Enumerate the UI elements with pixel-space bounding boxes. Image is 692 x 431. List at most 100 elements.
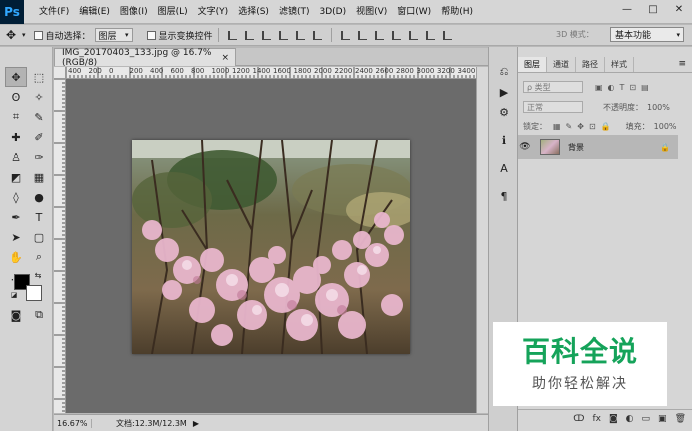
close-tab-icon[interactable]: × — [221, 53, 229, 63]
opacity-value[interactable]: 100% — [647, 103, 670, 112]
history-icon[interactable]: ⎌ — [494, 63, 514, 81]
align-hcenter-icon[interactable] — [295, 30, 305, 40]
gradient-tool-icon[interactable]: ▦ — [28, 167, 50, 187]
show-transform-checkbox[interactable] — [146, 30, 156, 40]
menu-layer[interactable]: 图层(L) — [153, 0, 193, 24]
brush-tool-icon[interactable]: ✐ — [28, 127, 50, 147]
align-right-icon[interactable] — [312, 30, 322, 40]
minimize-button[interactable]: — — [614, 0, 640, 18]
menu-select[interactable]: 选择(S) — [233, 0, 274, 24]
menu-window[interactable]: 窗口(W) — [392, 0, 436, 24]
ruler-label: 1200 — [232, 67, 250, 75]
clone-stamp-tool-icon[interactable]: ♙ — [5, 147, 27, 167]
new-layer-icon[interactable]: ▣ — [658, 414, 667, 424]
ruler-label: 400 — [150, 67, 164, 75]
vertical-scrollbar[interactable] — [476, 67, 488, 413]
crop-tool-icon[interactable]: ⌗ — [5, 107, 27, 127]
info-icon[interactable]: ℹ — [494, 131, 514, 149]
path-selection-tool-icon[interactable]: ➤ — [5, 227, 27, 247]
distribute-left-icon[interactable] — [391, 30, 401, 40]
auto-select-checkbox[interactable] — [33, 30, 43, 40]
layer-filter-select[interactable]: ρ 类型 — [523, 81, 583, 93]
magic-wand-tool-icon[interactable]: ✧ — [28, 87, 50, 107]
visibility-eye-icon[interactable]: 👁 — [518, 142, 532, 152]
lock-icons[interactable]: ▦✎✥⊡🔒 — [553, 122, 616, 131]
menu-edit[interactable]: 编辑(E) — [74, 0, 115, 24]
tab-layers[interactable]: 图层 — [518, 57, 547, 72]
ruler-label: 1400 — [252, 67, 271, 75]
filter-icons[interactable]: ▣◐T⊡▤ — [595, 83, 654, 92]
status-menu-icon[interactable]: ▶ — [193, 419, 199, 428]
align-vcenter-icon[interactable] — [244, 30, 254, 40]
menu-3d[interactable]: 3D(D) — [314, 0, 351, 24]
tab-styles[interactable]: 样式 — [605, 57, 634, 72]
tool-preset-dropdown-icon[interactable]: ▾ — [22, 25, 26, 46]
link-layers-icon[interactable]: ↀ — [573, 414, 584, 424]
delete-layer-icon[interactable]: 🗑 — [675, 414, 686, 424]
eyedropper-tool-icon[interactable]: ✎ — [28, 107, 50, 127]
maximize-button[interactable]: □ — [640, 0, 666, 18]
zoom-level[interactable]: 16.67% — [54, 418, 92, 428]
distribute-right-icon[interactable] — [425, 30, 435, 40]
properties-icon[interactable]: ⚙ — [494, 103, 514, 121]
auto-align-icon[interactable] — [442, 30, 452, 40]
adjustment-layer-icon[interactable]: ◐ — [626, 414, 634, 424]
menu-file[interactable]: 文件(F) — [34, 0, 74, 24]
fill-value[interactable]: 100% — [654, 122, 677, 131]
shape-tool-icon[interactable]: ▢ — [28, 227, 50, 247]
new-group-icon[interactable]: ▭ — [642, 414, 651, 424]
menu-type[interactable]: 文字(Y) — [193, 0, 234, 24]
tab-channels[interactable]: 通道 — [547, 57, 576, 72]
eraser-tool-icon[interactable]: ◩ — [5, 167, 27, 187]
dodge-tool-icon[interactable]: ● — [28, 187, 50, 207]
distribute-hcenter-icon[interactable] — [408, 30, 418, 40]
menu-help[interactable]: 帮助(H) — [436, 0, 478, 24]
menu-filter[interactable]: 滤镜(T) — [274, 0, 315, 24]
distribute-top-icon[interactable] — [340, 30, 350, 40]
document-image[interactable] — [132, 140, 410, 354]
ruler-label: 800 — [191, 67, 205, 75]
align-top-icon[interactable] — [227, 30, 237, 40]
add-mask-icon[interactable]: ◙ — [609, 414, 618, 424]
auto-select-target-select[interactable]: 图层 ▾ — [94, 28, 133, 42]
type-tool-icon[interactable]: T — [28, 207, 50, 227]
screen-mode-icon[interactable]: ⧉ — [28, 305, 50, 325]
align-left-icon[interactable] — [278, 30, 288, 40]
swap-colors-icon[interactable]: ⇆ — [32, 269, 44, 281]
character-icon[interactable]: A — [494, 159, 514, 177]
ruler-corner — [54, 67, 66, 79]
move-tool-icon[interactable]: ✥ — [5, 67, 27, 87]
layer-style-fx-icon[interactable]: fx — [592, 414, 601, 424]
quick-mask-icon[interactable]: ◙ — [5, 305, 27, 325]
blur-tool-icon[interactable]: ◊ — [5, 187, 27, 207]
marquee-tool-icon[interactable]: ⬚ — [28, 67, 50, 87]
move-tool-icon[interactable]: ✥ — [0, 25, 22, 46]
default-colors-icon[interactable]: ◪ — [9, 290, 19, 300]
ruler-label: 2800 — [396, 67, 414, 75]
distribute-bottom-icon[interactable] — [374, 30, 384, 40]
history-brush-tool-icon[interactable]: ✑ — [28, 147, 50, 167]
actions-play-icon[interactable]: ▶ — [494, 83, 514, 101]
menu-view[interactable]: 视图(V) — [351, 0, 392, 24]
blend-mode-select[interactable]: 正常 — [523, 101, 583, 113]
healing-brush-tool-icon[interactable]: ✚ — [5, 127, 27, 147]
layer-item-background[interactable]: 👁 背景 🔒 — [518, 135, 678, 159]
panel-menu-icon[interactable]: ≡ — [678, 59, 686, 69]
zoom-tool-icon[interactable]: ⌕ — [28, 247, 50, 267]
hand-tool-icon[interactable]: ✋ — [5, 247, 27, 267]
blossom-photo — [132, 140, 410, 354]
align-bottom-icon[interactable] — [261, 30, 271, 40]
distribute-vcenter-icon[interactable] — [357, 30, 367, 40]
status-bar: 16.67% 文档:12.3M/12.3M ▶ — [54, 414, 488, 431]
lasso-tool-icon[interactable]: ʘ — [5, 87, 27, 107]
document-tab[interactable]: IMG_20170403_133.jpg @ 16.7%(RGB/8) × — [54, 48, 236, 68]
background-color-swatch[interactable] — [26, 285, 42, 301]
paragraph-icon[interactable]: ¶ — [494, 187, 514, 205]
pen-tool-icon[interactable]: ✒ — [5, 207, 27, 227]
menu-image[interactable]: 图像(I) — [115, 0, 153, 24]
workspace-select[interactable]: 基本功能 ▾ — [610, 27, 684, 42]
lock-label: 锁定： — [523, 121, 547, 131]
tab-paths[interactable]: 路径 — [576, 57, 605, 72]
chevron-down-icon: ▾ — [676, 30, 680, 39]
close-button[interactable]: ✕ — [666, 0, 692, 18]
